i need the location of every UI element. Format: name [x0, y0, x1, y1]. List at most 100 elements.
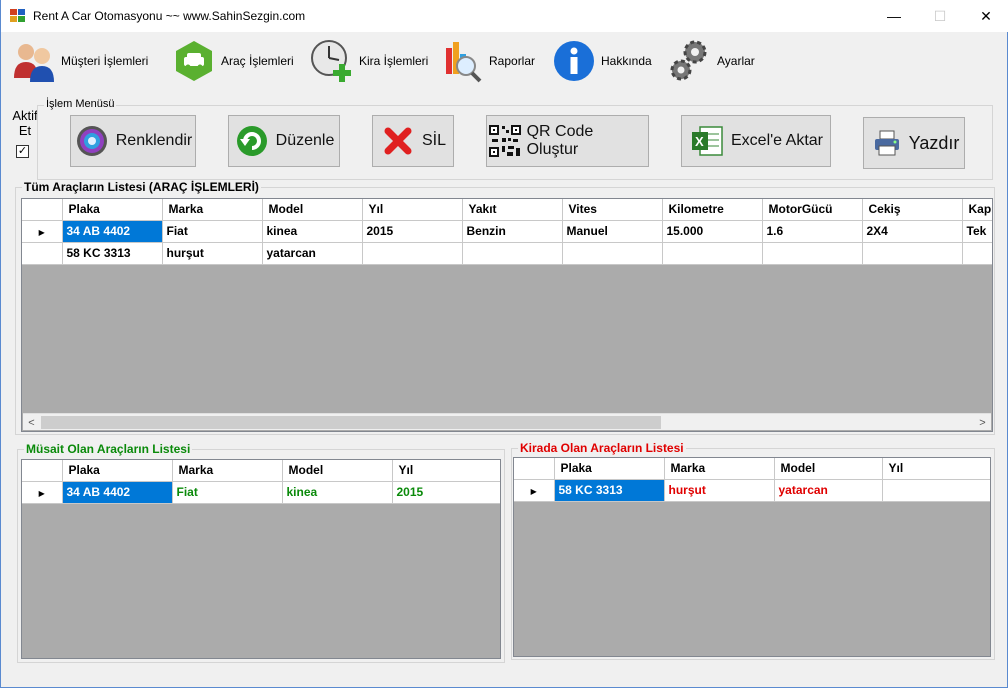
- table-cell[interactable]: 2015: [392, 481, 500, 504]
- column-header[interactable]: Plaka: [554, 458, 665, 480]
- window-title: Rent A Car Otomasyonu ~~ www.SahinSezgin…: [33, 9, 306, 23]
- horizontal-scrollbar[interactable]: < >: [23, 413, 991, 430]
- column-header[interactable]: Kapı: [962, 199, 992, 221]
- row-header[interactable]: [22, 242, 63, 265]
- table-row[interactable]: ▶ 58 KC 3313 hurşut yatarcan: [514, 479, 990, 502]
- column-header[interactable]: Yıl: [362, 199, 463, 221]
- table-row[interactable]: 58 KC 3313 hurşut yatarcan: [22, 242, 992, 265]
- header-row: Plaka Marka Model Yıl: [22, 460, 500, 482]
- table-cell[interactable]: 15.000: [662, 220, 763, 243]
- colorize-button[interactable]: Renklendir: [70, 115, 196, 167]
- table-cell[interactable]: [662, 242, 763, 265]
- delete-button[interactable]: SİL: [372, 115, 454, 167]
- column-header[interactable]: Kilometre: [662, 199, 763, 221]
- table-row[interactable]: ▶ 34 AB 4402 Fiat kinea 2015 Benzin Manu…: [22, 220, 992, 243]
- table-cell[interactable]: 2X4: [862, 220, 963, 243]
- table-cell[interactable]: [862, 242, 963, 265]
- menu-label: Raporlar: [489, 54, 536, 68]
- column-header[interactable]: Yakıt: [462, 199, 563, 221]
- main-menu-bar: Müşteri İşlemleri Araç İşlemleri Kira İş…: [1, 32, 1007, 88]
- table-cell[interactable]: kinea: [282, 481, 393, 504]
- row-header-corner: [22, 199, 63, 221]
- column-header[interactable]: MotorGücü: [762, 199, 863, 221]
- table-cell[interactable]: 1.6: [762, 220, 863, 243]
- active-checkbox[interactable]: ✓: [16, 145, 29, 158]
- delete-label: SİL: [421, 132, 446, 149]
- scroll-right-icon[interactable]: >: [974, 414, 991, 431]
- scroll-left-icon[interactable]: <: [23, 414, 40, 431]
- table-cell[interactable]: 34 AB 4402: [62, 220, 163, 243]
- column-header[interactable]: Yıl: [392, 460, 500, 482]
- column-header[interactable]: Cekiş: [862, 199, 963, 221]
- table-cell[interactable]: Tek: [962, 220, 992, 243]
- row-header[interactable]: ▶: [514, 479, 555, 502]
- print-button[interactable]: Yazdır: [863, 117, 965, 169]
- all-cars-table: Plaka Marka Model Yıl Yakıt Vites Kilome…: [22, 199, 992, 265]
- column-header[interactable]: Model: [282, 460, 393, 482]
- menu-label: Müşteri İşlemleri: [61, 54, 149, 68]
- column-header[interactable]: Marka: [162, 199, 263, 221]
- table-row[interactable]: ▶ 34 AB 4402 Fiat kinea 2015: [22, 481, 500, 504]
- table-cell[interactable]: hurşut: [162, 242, 263, 265]
- menu-about[interactable]: Hakkında: [549, 36, 652, 86]
- current-row-arrow-icon: ▶: [38, 489, 45, 498]
- column-header[interactable]: Plaka: [62, 460, 173, 482]
- table-cell[interactable]: 34 AB 4402: [62, 481, 173, 504]
- header-row: Plaka Marka Model Yıl: [514, 458, 990, 480]
- table-cell[interactable]: Fiat: [172, 481, 283, 504]
- all-cars-grid[interactable]: Plaka Marka Model Yıl Yakıt Vites Kilome…: [21, 198, 993, 432]
- table-cell[interactable]: hurşut: [664, 479, 775, 502]
- edit-button[interactable]: Düzenle: [228, 115, 340, 167]
- qr-code-button[interactable]: QR Code Oluştur: [486, 115, 649, 167]
- column-header[interactable]: Marka: [172, 460, 283, 482]
- menu-reports[interactable]: Raporlar: [437, 36, 535, 86]
- table-cell[interactable]: Manuel: [562, 220, 663, 243]
- table-cell[interactable]: Fiat: [162, 220, 263, 243]
- column-header[interactable]: Vites: [562, 199, 663, 221]
- menu-customer-operations[interactable]: Müşteri İşlemleri: [9, 36, 148, 86]
- table-cell[interactable]: [562, 242, 663, 265]
- table-cell[interactable]: 58 KC 3313: [62, 242, 163, 265]
- rented-cars-grid[interactable]: Plaka Marka Model Yıl ▶ 58 KC 3313 hurşu…: [513, 457, 991, 657]
- printer-icon: [869, 125, 905, 161]
- table-cell[interactable]: [362, 242, 463, 265]
- qr-code-label: QR Code Oluştur: [526, 123, 594, 158]
- info-icon: [549, 37, 599, 85]
- current-row-arrow-icon: ▶: [38, 228, 45, 237]
- row-header[interactable]: ▶: [22, 481, 63, 504]
- qr-code-icon: [487, 123, 523, 159]
- title-bar: Rent A Car Otomasyonu ~~ www.SahinSezgin…: [1, 0, 1008, 32]
- table-cell[interactable]: Benzin: [462, 220, 563, 243]
- table-cell[interactable]: [762, 242, 863, 265]
- column-header[interactable]: Yıl: [882, 458, 990, 480]
- table-cell[interactable]: yatarcan: [262, 242, 363, 265]
- rented-cars-legend: Kirada Olan Araçların Listesi: [518, 441, 686, 455]
- row-header[interactable]: ▶: [22, 220, 63, 243]
- close-button[interactable]: ✕: [963, 0, 1008, 32]
- table-cell[interactable]: 2015: [362, 220, 463, 243]
- column-header[interactable]: Plaka: [62, 199, 163, 221]
- menu-rental-operations[interactable]: Kira İşlemleri: [307, 36, 428, 86]
- column-header[interactable]: Model: [262, 199, 363, 221]
- export-excel-button[interactable]: X Excel'e Aktar: [681, 115, 831, 167]
- refresh-icon: [234, 123, 270, 159]
- maximize-button[interactable]: ☐: [917, 0, 963, 32]
- scrollbar-thumb[interactable]: [41, 416, 661, 429]
- table-cell[interactable]: 58 KC 3313: [554, 479, 665, 502]
- column-header[interactable]: Model: [774, 458, 883, 480]
- table-cell[interactable]: yatarcan: [774, 479, 883, 502]
- column-header[interactable]: Marka: [664, 458, 775, 480]
- table-cell[interactable]: [962, 242, 992, 265]
- table-cell[interactable]: [882, 479, 990, 502]
- table-cell[interactable]: kinea: [262, 220, 363, 243]
- current-row-arrow-icon: ▶: [530, 487, 537, 496]
- rented-cars-table: Plaka Marka Model Yıl ▶ 58 KC 3313 hurşu…: [514, 458, 990, 502]
- menu-settings[interactable]: Ayarlar: [665, 36, 755, 86]
- menu-label: Hakkında: [601, 54, 652, 68]
- table-cell[interactable]: [462, 242, 563, 265]
- minimize-button[interactable]: —: [871, 0, 917, 32]
- available-cars-grid[interactable]: Plaka Marka Model Yıl ▶ 34 AB 4402 Fiat …: [21, 459, 501, 659]
- menu-car-operations[interactable]: Araç İşlemleri: [169, 36, 294, 86]
- svg-text:X: X: [695, 134, 704, 149]
- operations-menu-legend: İşlem Menüsü: [44, 98, 117, 110]
